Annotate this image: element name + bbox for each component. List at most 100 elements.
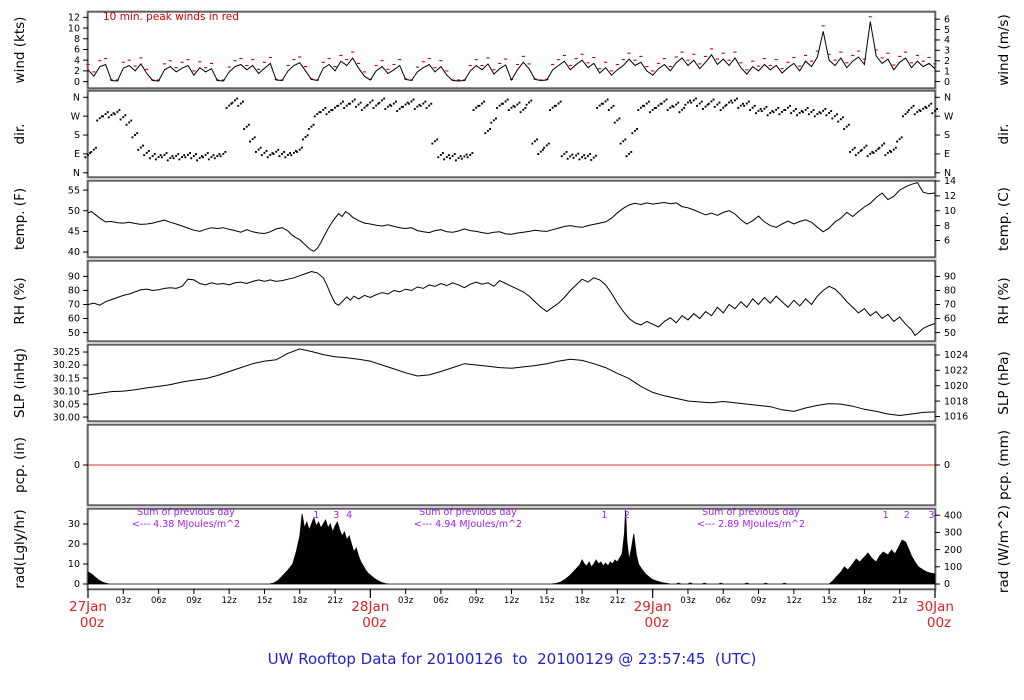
ytick-left-slp: 30.15 [53,373,80,384]
ytick-left-wind: 2 [74,66,80,77]
hour-tick-label: 06z [716,596,732,606]
panel-slp: 30.00 30.05 30.10 30.15 30.20 30.25 1016 1018 10… [53,343,968,423]
sum-line1: Sum of previous day [702,507,800,518]
ytick-left-slp: 30.25 [53,347,80,358]
ytick-right-wind: 5 [944,25,950,36]
panel-pcp: 00 [74,423,950,507]
radiation-sum-day2: Sum of previous day <--- 4.94 MJoules/m^… [414,507,522,530]
ytick-left-rad: 20 [68,539,80,550]
axis-title-temp-f: temp. (F) [12,187,28,251]
ytick-right-temp: 8 [944,221,950,232]
sum-line1: Sum of previous day [419,507,517,518]
ytick-left-rad: 0 [74,579,80,590]
radiation-sum-day1: Sum of previous day <--- 4.38 MJoules/m^… [132,507,240,530]
flag-number: 1 [883,510,889,521]
ytick-left-rh: 80 [68,286,80,297]
ytick-left-dir: S [74,130,80,141]
hour-tick-label: 06z [151,596,167,606]
ytick-left-temp: 50 [68,206,80,217]
sum-line1: Sum of previous day [137,507,235,518]
page-title: UW Rooftop Data for 20100126 to 20100129… [267,650,757,668]
hour-tick-label: 21z [892,596,908,606]
panel-wind: 0246810120123456 [68,10,950,90]
ytick-left-slp: 30.00 [53,412,80,423]
ytick-right-wind: 2 [944,56,950,67]
radiation-sum-day3: Sum of previous day <--- 2.89 MJoules/m^… [697,507,805,530]
hour-tick-label: 21z [327,596,343,606]
hour-tick-label: 09z [751,596,767,606]
day-label-hour: 00z [645,615,669,631]
axis-title-pcp-mm: pcp. (mm) [996,430,1012,500]
day-label-hour: 00z [927,615,951,631]
ytick-left-dir: E [74,149,80,160]
day-label: 27Jan [69,599,107,615]
axis-title-temp-c: temp. (C) [996,187,1012,251]
ytick-left-temp: 45 [68,227,80,238]
ytick-right-rad: 300 [944,528,962,539]
panel-temp: 40 45 50 55 6 8 10 12 14 [68,176,956,259]
ytick-left-wind: 6 [74,45,80,56]
ytick-left-rad: 10 [68,559,80,570]
flag-number: 3 [333,510,339,521]
ytick-right-wind: 6 [944,14,950,25]
ytick-right-temp: 10 [944,206,956,217]
axis-title-rh-right: RH (%) [996,277,1012,325]
hour-tick-label: 18z [574,596,590,606]
axis-title-wind-ms: wind (m/s) [996,14,1012,86]
meteorogram-plot: 0246810120123456NWSENNWSEN40455055681012… [53,10,968,631]
uw-rooftop-meteorogram: 0 2 4 6 8 10 12 0 1 2 3 4 5 6 N W S E N N W S E N 40 45 50 55 6 8 10 12… [0,0,1024,700]
axis-title-dir-left: dir. [12,123,28,145]
time-axis: 03z 06z 09z 12z 15z 18z 21z 03z 06z 09z 12z 15z 18z 2… [69,589,954,631]
sum-line2: <--- 2.89 MJoules/m^2 [696,518,806,530]
ytick-right-wind: 1 [944,66,950,77]
ytick-left-rad: 30 [68,519,80,530]
peak-winds-note: 10 min. peak winds in red [103,11,239,23]
hour-tick-label: 03z [116,596,132,606]
ytick-right-rad: 400 [944,510,962,521]
ytick-left-dir: N [73,168,80,179]
ytick-right-dir: W [944,111,954,122]
hour-tick-label: 03z [680,596,696,606]
panel-dir: NWSENNWSEN [71,89,954,179]
ytick-left-rh: 60 [68,314,80,325]
ytick-right-slp: 1016 [944,412,968,423]
hour-tick-label: 15z [821,596,837,606]
hour-tick-label: 15z [539,596,555,606]
ytick-right-rad: 200 [944,545,962,556]
axis-title-slp-hpa: SLP (hPa) [996,351,1012,415]
flag-number: 3 [928,510,934,521]
day-label: 28Jan [351,599,389,615]
hour-tick-label: 06z [433,596,449,606]
day-label: 30Jan [916,599,954,615]
axis-title-rh-left: RH (%) [12,277,28,325]
hour-tick-label: 21z [610,596,626,606]
ytick-right-dir: S [944,130,950,141]
ytick-left-wind: 8 [74,34,80,45]
ytick-right-dir: N [944,92,951,103]
axis-title-wind-kts: wind (kts) [12,16,28,84]
ytick-right-rh: 50 [944,328,956,339]
hour-tick-label: 12z [786,596,802,606]
day-label: 29Jan [634,599,672,615]
axis-title-rad-wm2: rad (W/m^2) [996,504,1012,594]
axis-title-pcp-in: pcp. (in) [12,437,28,493]
ytick-left-wind: 12 [68,13,80,24]
hour-tick-label: 03z [398,596,414,606]
ytick-left-rh: 50 [68,328,80,339]
flag-number: 4 [346,510,352,521]
axis-title-slp-inhg: SLP (inHg) [12,347,28,419]
ytick-right-slp: 1020 [944,381,968,392]
ytick-right-rh: 60 [944,314,956,325]
ytick-left-dir: W [71,111,81,122]
ytick-right-dir: E [944,149,950,160]
ytick-left-temp: 55 [68,185,80,196]
hour-tick-label: 15z [257,596,273,606]
day-label-hour: 00z [362,615,386,631]
day-label-hour: 00z [80,615,104,631]
ytick-left-dir: N [73,92,80,103]
hour-tick-label: 18z [292,596,308,606]
sum-line2: <--- 4.38 MJoules/m^2 [131,518,241,530]
flag-number: 1 [313,510,319,521]
ytick-left-rh: 70 [68,300,80,311]
ytick-right-slp: 1018 [944,396,968,407]
